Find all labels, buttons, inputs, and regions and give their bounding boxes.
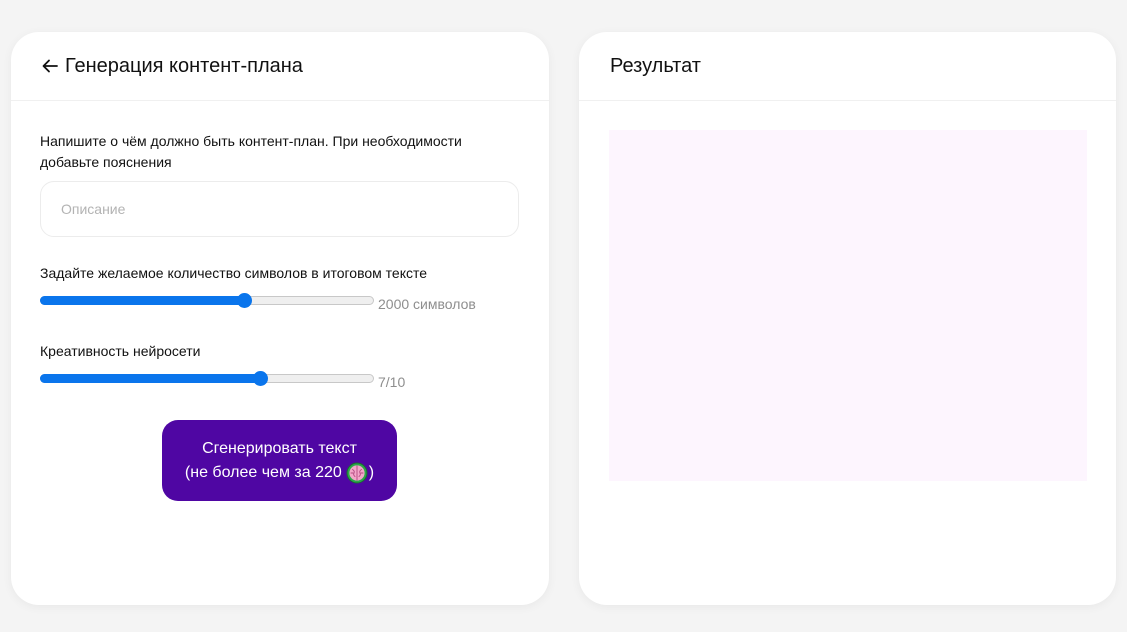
generate-button-line2: (не более чем за 220 ) [185,461,374,485]
generate-button-paren: ) [368,463,375,481]
back-arrow-icon[interactable] [41,55,63,77]
brain-icon [346,462,368,484]
description-input[interactable] [40,181,519,237]
creativity-slider-fill [40,374,260,383]
description-label-line1: Напишите о чём должно быть контент-план.… [40,133,462,149]
creativity-slider-value: 7/10 [378,374,406,390]
creativity-slider-thumb[interactable] [253,371,269,386]
result-panel: Результат [579,32,1116,605]
generator-panel: Генерация контент-плана Напишите о чём д… [11,32,549,605]
generate-button-cost: (не более чем за 220 [184,463,342,481]
page-title: Генерация контент-плана [65,54,303,77]
length-slider-label: Задайте желаемое количество символов в и… [40,265,428,281]
description-label-line2: добавьте пояснения [40,154,172,170]
length-slider-fill [40,296,243,305]
result-header: Результат [579,32,1116,101]
length-slider[interactable] [40,293,374,308]
result-output [609,130,1087,481]
length-slider-thumb[interactable] [236,293,252,308]
description-label: Напишите о чём должно быть контент-план.… [40,131,462,173]
generate-button-line1: Сгенерировать текст [202,439,357,457]
creativity-slider-label: Креативность нейросети [40,343,201,359]
length-slider-value: 2000 символов [378,296,476,312]
result-title: Результат [610,54,701,77]
generator-header: Генерация контент-плана [11,32,549,101]
generate-button[interactable]: Сгенерировать текст (не более чем за 220… [162,420,397,501]
creativity-slider[interactable] [40,371,374,386]
